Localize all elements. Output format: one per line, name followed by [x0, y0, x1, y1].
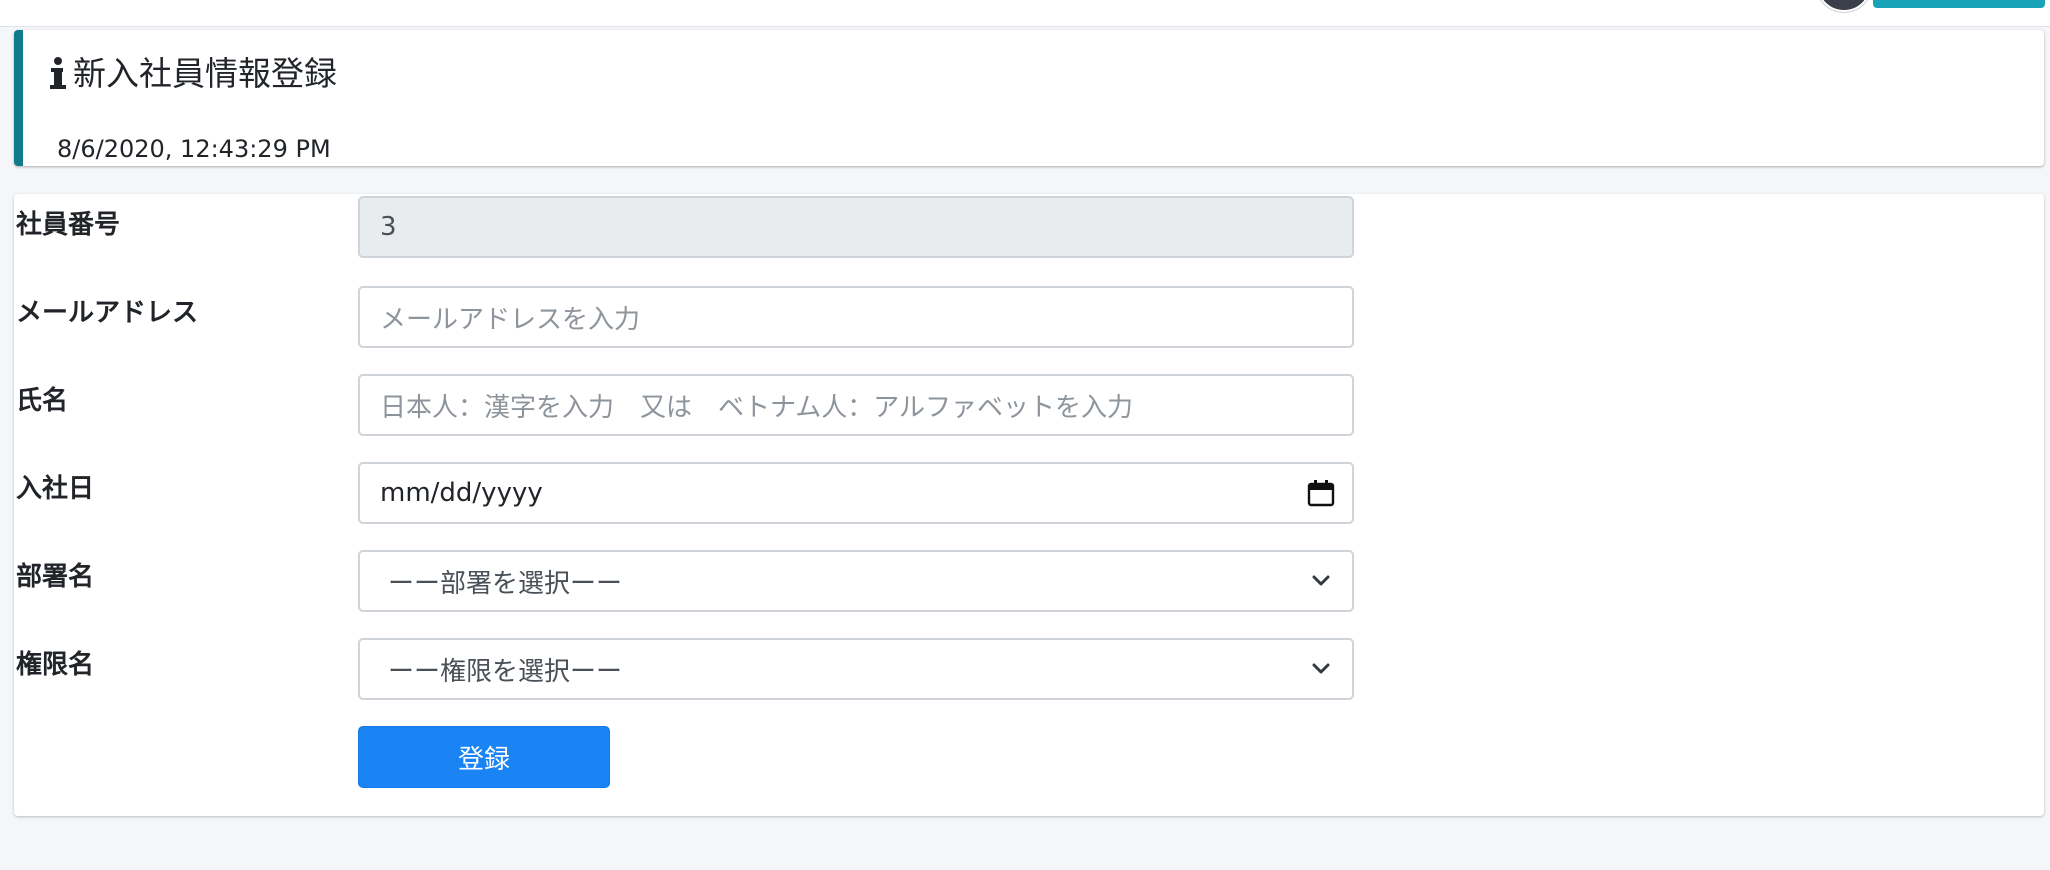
department-select[interactable]: ーー部署を選択ーー [358, 550, 1354, 612]
register-button[interactable]: 登録 [358, 726, 610, 788]
full-name-placeholder: 日本人：漢字を入力 又は ベトナム人：アルファベットを入力 [380, 392, 1133, 423]
timestamp: 8/6/2020, 12:43:29 PM [57, 135, 331, 163]
employee-number-label: 社員番号 [16, 210, 121, 240]
role-select[interactable]: ーー権限を選択ーー [358, 638, 1354, 700]
email-placeholder: メールアドレスを入力 [380, 304, 641, 335]
full-name-field[interactable]: 日本人：漢字を入力 又は ベトナム人：アルファベットを入力 [358, 374, 1354, 436]
hire-date-value: mm/dd/yyyy [380, 478, 543, 508]
page-title: 新入社員情報登録 [73, 54, 337, 93]
full-name-label: 氏名 [16, 386, 69, 416]
role-selected: ーー権限を選択ーー [388, 656, 623, 687]
calendar-icon[interactable] [1306, 478, 1336, 508]
callout-title-row: 新入社員情報登録 [49, 52, 337, 96]
top-action-button[interactable] [1873, 0, 2045, 8]
top-navbar [0, 0, 2050, 27]
department-selected: ーー部署を選択ーー [388, 568, 623, 599]
employee-number-value: 3 [380, 212, 397, 242]
hire-date-label: 入社日 [16, 474, 95, 504]
chevron-down-icon [1312, 575, 1330, 586]
email-field[interactable]: メールアドレスを入力 [358, 286, 1354, 348]
info-callout: 新入社員情報登録 8/6/2020, 12:43:29 PM [14, 30, 2044, 166]
role-label: 権限名 [16, 650, 95, 680]
info-icon [50, 57, 66, 89]
user-avatar[interactable] [1816, 0, 1872, 12]
chevron-down-icon [1312, 663, 1330, 674]
email-label: メールアドレス [16, 298, 199, 328]
employee-registration-form: 社員番号 3 メールアドレス メールアドレスを入力 氏名 日本人：漢字を入力 又… [14, 194, 2044, 816]
employee-number-field: 3 [358, 196, 1354, 258]
department-label: 部署名 [16, 562, 95, 592]
hire-date-field[interactable]: mm/dd/yyyy [358, 462, 1354, 524]
